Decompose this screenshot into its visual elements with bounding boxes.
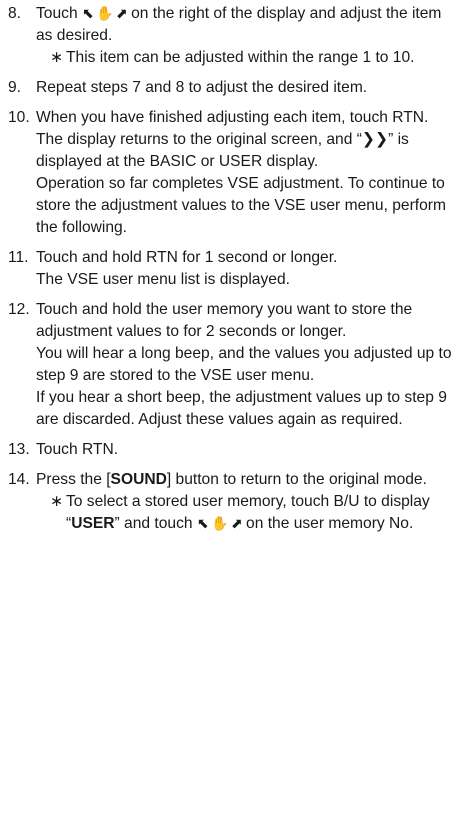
step-14: 14. Press the [SOUND] button to return t… — [8, 469, 457, 535]
asterisk-mark: ∗ — [50, 49, 64, 66]
step-note: ∗ To select a stored user memory, touch … — [50, 491, 457, 535]
step-number: 10. — [8, 109, 30, 126]
step-text: The VSE user menu list is displayed. — [36, 271, 290, 288]
step-text: Touch and hold RTN for 1 second or longe… — [36, 249, 338, 266]
asterisk-mark: ∗ — [50, 493, 64, 510]
step-text: Touch and hold the user memory you want … — [36, 301, 413, 340]
step-text: Press the [SOUND] button to return to th… — [36, 471, 427, 488]
step-text: When you have finished adjusting each it… — [36, 109, 429, 126]
step-8: 8. Touch ⬉ ✋ ⬈ on the right of the displ… — [8, 3, 457, 69]
step-note: ∗ This item can be adjusted within the r… — [50, 47, 457, 69]
step-text: Repeat steps 7 and 8 to adjust the desir… — [36, 79, 368, 96]
step-11: 11. Touch and hold RTN for 1 second or l… — [8, 247, 457, 291]
step-text: You will hear a long beep, and the value… — [36, 345, 452, 384]
step-text: Touch ⬉ ✋ ⬈ on the right of the display … — [36, 5, 442, 44]
step-number: 14. — [8, 471, 30, 488]
step-text: The display returns to the original scre… — [36, 131, 409, 170]
sound-button-label: SOUND — [110, 471, 167, 488]
step-text: Operation so far completes VSE adjustmen… — [36, 175, 446, 236]
hand-arrows-icon: ⬉ ✋ ⬈ — [81, 6, 128, 22]
step-number: 8. — [8, 5, 22, 22]
step-9: 9. Repeat steps 7 and 8 to adjust the de… — [8, 77, 457, 99]
step-number: 9. — [8, 79, 22, 96]
hand-arrows-icon: ⬉ ✋ ⬈ — [196, 516, 243, 532]
step-number: 12. — [8, 301, 30, 318]
double-chevron-icon: ❯❯ — [361, 131, 389, 148]
step-number: 11. — [8, 249, 29, 266]
step-13: 13. Touch RTN. — [8, 439, 457, 461]
manual-page: 8. Touch ⬉ ✋ ⬈ on the right of the displ… — [0, 0, 465, 832]
step-text: Touch RTN. — [36, 441, 119, 458]
instruction-steps: 8. Touch ⬉ ✋ ⬈ on the right of the displ… — [8, 3, 457, 535]
user-label: USER — [71, 515, 115, 532]
step-number: 13. — [8, 441, 30, 458]
step-text: If you hear a short beep, the adjustment… — [36, 389, 447, 428]
step-10: 10. When you have finished adjusting eac… — [8, 107, 457, 239]
step-12: 12. Touch and hold the user memory you w… — [8, 299, 457, 431]
